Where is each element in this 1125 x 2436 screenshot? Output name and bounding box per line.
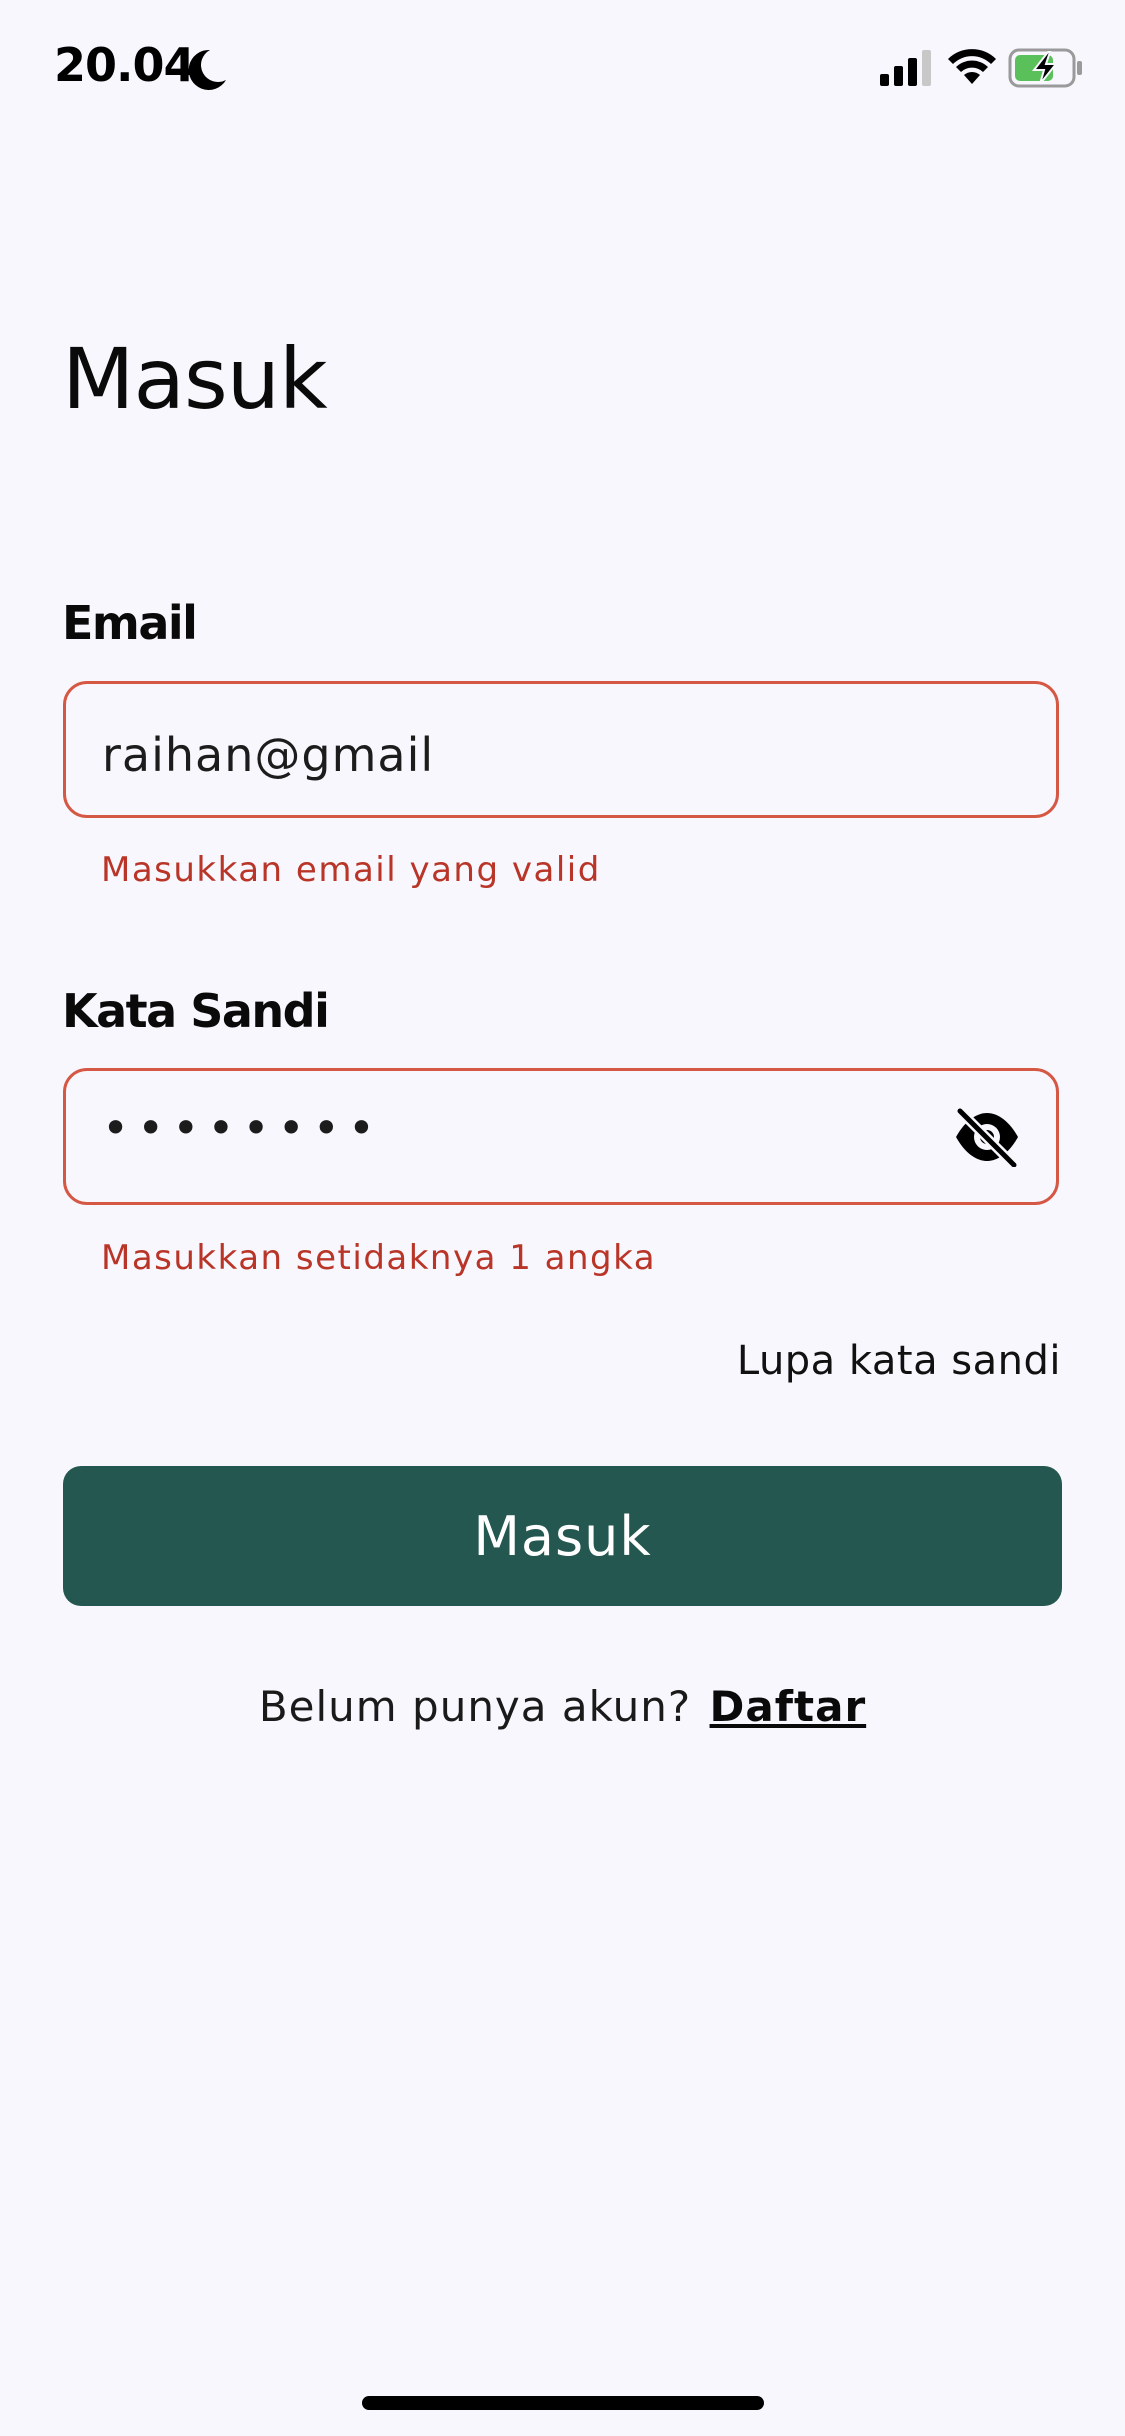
- battery-charging-icon: [1008, 48, 1082, 88]
- password-label: Kata Sandi: [62, 984, 330, 1038]
- eye-off-icon[interactable]: [954, 1107, 1020, 1167]
- signup-row: Belum punya akun? Daftar: [0, 1682, 1125, 1731]
- email-label: Email: [62, 596, 198, 650]
- moon-icon: [188, 49, 226, 90]
- page-title: Masuk: [62, 330, 328, 428]
- signup-prompt: Belum punya akun?: [258, 1682, 692, 1731]
- cellular-signal-icon: [880, 50, 931, 86]
- status-time: 20.04: [54, 38, 196, 92]
- forgot-password-link[interactable]: Lupa kata sandi: [737, 1338, 1061, 1384]
- password-input-value[interactable]: ••••••••: [102, 1101, 383, 1155]
- password-field[interactable]: ••••••••: [63, 1068, 1059, 1205]
- login-screen: 20.04 Masuk Email raihan@gmail Masukkan …: [0, 0, 1125, 2436]
- wifi-icon: [948, 49, 996, 84]
- password-error: Masukkan setidaknya 1 angka: [101, 1238, 657, 1278]
- signup-link[interactable]: Daftar: [710, 1682, 867, 1731]
- email-field[interactable]: raihan@gmail: [63, 681, 1059, 818]
- email-error: Masukkan email yang valid: [101, 850, 601, 890]
- email-input-value[interactable]: raihan@gmail: [102, 728, 434, 782]
- home-indicator[interactable]: [362, 2396, 764, 2410]
- login-button[interactable]: Masuk: [63, 1466, 1062, 1606]
